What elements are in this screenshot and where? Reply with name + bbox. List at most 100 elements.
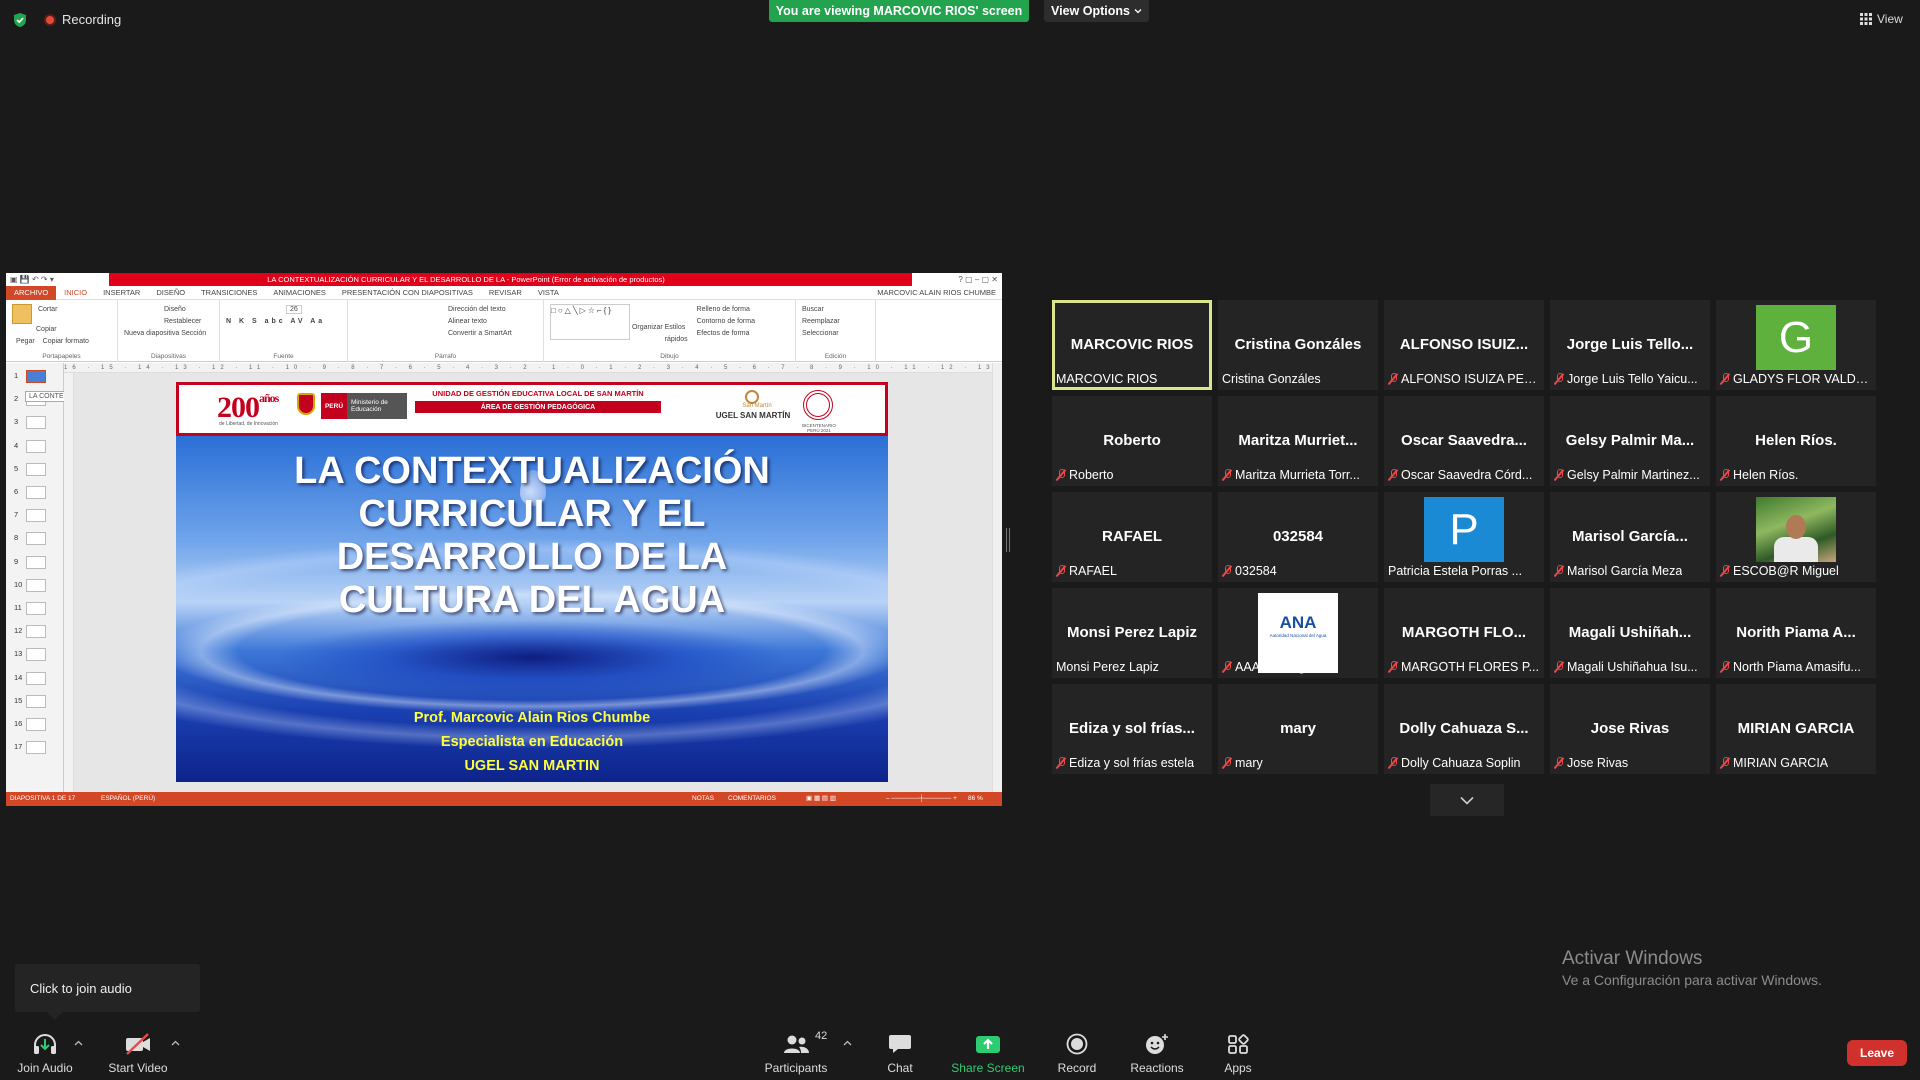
text-direction-button[interactable]: Dirección del texto: [448, 306, 506, 313]
zoom-level[interactable]: 86 %: [968, 792, 983, 806]
participant-tile[interactable]: Helen Ríos. Helen Ríos.: [1716, 396, 1876, 486]
participant-tile[interactable]: Jorge Luis Tello... Jorge Luis Tello Yaic…: [1550, 300, 1710, 390]
zoom-slider[interactable]: – ──────┼────── +: [886, 792, 957, 806]
quick-access-toolbar[interactable]: ▣ 💾 ↶ ↷ ▾: [6, 273, 109, 286]
slide-thumbnail[interactable]: 16: [10, 717, 50, 733]
paste-icon[interactable]: [12, 304, 32, 324]
participant-tile[interactable]: Oscar Saavedra... Oscar Saavedra Córd...: [1384, 396, 1544, 486]
join-audio-button[interactable]: Join Audio: [14, 1032, 76, 1080]
slide-thumbnail[interactable]: 15: [10, 694, 50, 710]
align-text-button[interactable]: Alinear texto: [448, 318, 487, 325]
participant-tile[interactable]: MARGOTH FLO... MARGOTH FLORES P...: [1384, 588, 1544, 678]
current-slide[interactable]: 200años de Libertad, de Innovación PERÚ …: [176, 382, 888, 782]
participant-tile[interactable]: P Patricia Estela Porras ...: [1384, 492, 1544, 582]
slide-thumbnail[interactable]: 9: [10, 555, 50, 571]
participant-tile[interactable]: Monsi Perez Lapiz Monsi Perez Lapiz: [1052, 588, 1212, 678]
smartart-button[interactable]: Convertir a SmartArt: [448, 330, 512, 337]
participant-tile[interactable]: ESCOB@R Miguel: [1716, 492, 1876, 582]
join-audio-tooltip[interactable]: Click to join audio: [15, 964, 200, 1020]
reset-button[interactable]: Restablecer: [164, 318, 201, 325]
view-options-button[interactable]: View Options: [1044, 0, 1149, 22]
find-button[interactable]: Buscar: [802, 306, 824, 313]
ppt-tab-inicio[interactable]: INICIO: [56, 288, 95, 297]
apps-button[interactable]: Apps: [1218, 1032, 1258, 1080]
recording-indicator[interactable]: Recording: [44, 12, 121, 27]
ppt-tab-archivo[interactable]: ARCHIVO: [6, 285, 57, 300]
participant-tile[interactable]: MIRIAN GARCIA MIRIAN GARCIA: [1716, 684, 1876, 774]
quick-styles-button[interactable]: Estilos rápidos: [665, 322, 695, 346]
slide-scrollbar[interactable]: [992, 363, 1002, 792]
ppt-user-name[interactable]: MARCOVIC ALAIN RIOS CHUMBE: [877, 286, 996, 300]
font-size-box[interactable]: 26: [286, 305, 302, 314]
new-slide-button[interactable]: Nueva diapositiva: [124, 330, 179, 337]
participants-button[interactable]: 42 Participants: [760, 1030, 832, 1080]
copy-button[interactable]: Copiar: [36, 326, 57, 333]
participant-tile[interactable]: ANA Autoridad Nacional del Agua AAA Hualla…: [1218, 588, 1378, 678]
language-indicator[interactable]: ESPAÑOL (PERÚ): [101, 792, 155, 806]
share-screen-button[interactable]: Share Screen: [950, 1032, 1026, 1080]
participant-tile[interactable]: 032584 032584: [1218, 492, 1378, 582]
ppt-window-controls[interactable]: ? ▢ – ▢ ✕: [912, 273, 1002, 286]
participant-tile[interactable]: Marisol García... Marisol García Meza: [1550, 492, 1710, 582]
gallery-next-page-button[interactable]: [1430, 784, 1504, 816]
ppt-tab-diseno[interactable]: DISEÑO: [148, 288, 193, 297]
participant-tile[interactable]: Dolly Cahuaza S... Dolly Cahuaza Soplin: [1384, 684, 1544, 774]
ppt-tab-transiciones[interactable]: TRANSICIONES: [193, 288, 265, 297]
slide-thumbnail[interactable]: 6: [10, 485, 50, 501]
participant-tile[interactable]: MARCOVIC RIOS MARCOVIC RIOS: [1052, 300, 1212, 390]
slide-thumbnail[interactable]: 17: [10, 740, 50, 756]
layout-button[interactable]: Diseño: [164, 306, 186, 313]
participant-tile[interactable]: Gelsy Palmir Ma... Gelsy Palmir Martinez.…: [1550, 396, 1710, 486]
slide-thumbnail[interactable]: 4: [10, 439, 50, 455]
participant-tile[interactable]: RAFAEL RAFAEL: [1052, 492, 1212, 582]
participant-tile[interactable]: Roberto Roberto: [1052, 396, 1212, 486]
view-mode-icons[interactable]: ▣ ▦ ▤ ▥: [806, 792, 836, 806]
slide-thumbnail[interactable]: 14: [10, 671, 50, 687]
participant-tile[interactable]: Ediza y sol frías... Ediza y sol frías es…: [1052, 684, 1212, 774]
ppt-tab-vista[interactable]: VISTA: [530, 288, 567, 297]
comments-button[interactable]: COMENTARIOS: [728, 792, 776, 806]
video-options-caret[interactable]: [171, 1038, 180, 1049]
participant-tile[interactable]: Maritza Murriet... Maritza Murrieta Torr.…: [1218, 396, 1378, 486]
participant-tile[interactable]: Cristina Gonzáles Cristina Gonzáles: [1218, 300, 1378, 390]
participant-tile[interactable]: mary mary: [1218, 684, 1378, 774]
slide-thumbnail-pane[interactable]: 1 2 3 4 5 6 7 8 9 10 11 12 13 14 15 16 17: [6, 363, 64, 792]
shared-screen-powerpoint[interactable]: ▣ 💾 ↶ ↷ ▾ LA CONTEXTUALIZACIÓN CURRICULA…: [6, 273, 1002, 806]
chat-button[interactable]: Chat: [880, 1032, 920, 1080]
format-painter-button[interactable]: Copiar formato: [43, 338, 89, 345]
slide-thumbnail[interactable]: 1: [10, 369, 50, 385]
notes-button[interactable]: NOTAS: [692, 792, 714, 806]
cut-button[interactable]: Cortar: [38, 306, 57, 313]
shield-icon[interactable]: [12, 12, 28, 28]
participant-tile[interactable]: Norith Piama A... North Piama Amasifu...: [1716, 588, 1876, 678]
slide-thumbnail[interactable]: 12: [10, 624, 50, 640]
replace-button[interactable]: Reemplazar: [802, 318, 840, 325]
view-layout-button[interactable]: View: [1860, 12, 1903, 26]
participant-tile[interactable]: G GLADYS FLOR VALDE...: [1716, 300, 1876, 390]
participant-tile[interactable]: Magali Ushiñah... Magali Ushiñahua Isu...: [1550, 588, 1710, 678]
section-button[interactable]: Sección: [181, 330, 206, 337]
shape-effects-button[interactable]: Efectos de forma: [697, 330, 750, 337]
audio-options-caret[interactable]: [74, 1038, 83, 1049]
participant-tile[interactable]: Jose Rivas Jose Rivas: [1550, 684, 1710, 774]
slide-thumbnail[interactable]: 13: [10, 647, 50, 663]
slide-thumbnail[interactable]: 3: [10, 415, 50, 431]
shape-fill-button[interactable]: Relleno de forma: [697, 306, 750, 313]
ppt-tab-revisar[interactable]: REVISAR: [481, 288, 530, 297]
paste-button[interactable]: Pegar: [16, 338, 35, 345]
start-video-button[interactable]: Start Video: [106, 1032, 170, 1080]
slide-thumbnail[interactable]: 7: [10, 508, 50, 524]
ppt-tab-insertar[interactable]: INSERTAR: [95, 288, 148, 297]
ppt-tab-animaciones[interactable]: ANIMACIONES: [265, 288, 334, 297]
leave-meeting-button[interactable]: Leave: [1847, 1040, 1907, 1066]
slide-thumbnail[interactable]: 11: [10, 601, 50, 617]
split-view-divider[interactable]: [1006, 528, 1010, 552]
slide-thumbnail[interactable]: 10: [10, 578, 50, 594]
arrange-button[interactable]: Organizar: [632, 322, 663, 334]
record-button[interactable]: Record: [1055, 1032, 1099, 1080]
slide-thumbnail[interactable]: 8: [10, 531, 50, 547]
shapes-gallery[interactable]: □○△╲▷☆⌐{}: [550, 304, 630, 340]
participant-tile[interactable]: ALFONSO ISUIZ... ALFONSO ISUIZA PER...: [1384, 300, 1544, 390]
select-button[interactable]: Seleccionar: [802, 330, 839, 337]
ppt-tab-presentacion[interactable]: PRESENTACIÓN CON DIAPOSITIVAS: [334, 288, 481, 297]
